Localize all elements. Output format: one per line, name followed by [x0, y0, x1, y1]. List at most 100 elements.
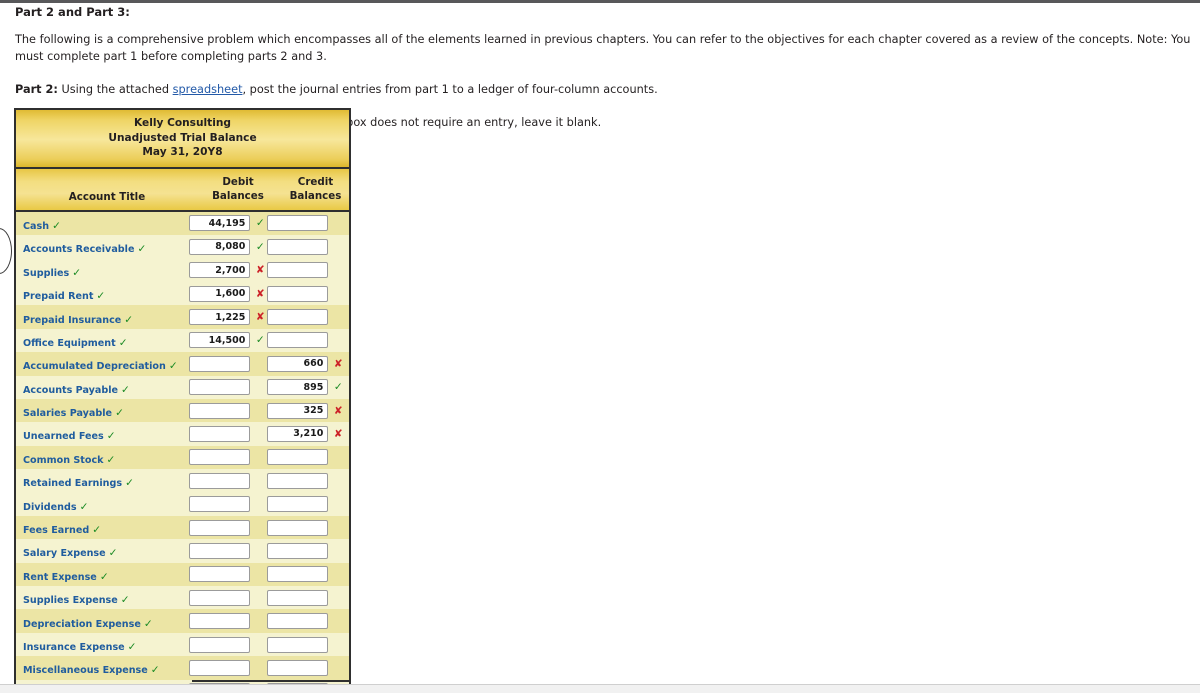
account-title-link[interactable]: Depreciation Expense: [23, 618, 141, 631]
account-title-link[interactable]: Supplies: [23, 267, 70, 280]
account-title-link[interactable]: Accumulated Depreciation: [23, 361, 166, 374]
credit-amount-input[interactable]: [267, 379, 329, 396]
debit-amount-input[interactable]: [189, 262, 251, 279]
debit-cell: [189, 589, 267, 606]
debit-amount-input[interactable]: [189, 425, 251, 442]
table-row: Salaries Payable✓ ✘: [16, 398, 349, 423]
debit-cell: [189, 425, 267, 442]
debit-incorrect-icon: ✘: [255, 311, 265, 324]
account-title-cell: Insurance Expense ✓: [16, 635, 189, 654]
debit-amount-input[interactable]: [189, 402, 251, 419]
account-title-link[interactable]: Salary Expense: [23, 548, 106, 561]
account-title-link[interactable]: Fees Earned: [23, 525, 90, 538]
credit-amount-input[interactable]: [267, 332, 329, 349]
table-row: Miscellaneous Expense ✓: [16, 656, 349, 680]
account-title-link[interactable]: Unearned Fees: [23, 431, 104, 444]
debit-amount-input[interactable]: [189, 566, 251, 583]
debit-amount-input[interactable]: [189, 613, 251, 630]
account-title-link[interactable]: Miscellaneous Expense: [23, 665, 148, 678]
account-title-link[interactable]: Prepaid Rent: [23, 291, 94, 304]
credit-incorrect-icon: ✘: [333, 427, 343, 440]
debit-amount-input[interactable]: [189, 636, 251, 653]
credit-amount-input[interactable]: [267, 659, 329, 676]
debit-cell: [189, 355, 267, 372]
credit-amount-input[interactable]: [267, 519, 329, 536]
debit-cell: ✓: [189, 238, 267, 255]
account-title-cell: Unearned Fees ✓: [16, 424, 189, 444]
credit-amount-input[interactable]: [267, 449, 329, 466]
debit-amount-input[interactable]: [189, 589, 251, 606]
credit-amount-input[interactable]: [267, 402, 329, 419]
trial-balance-title-block: Kelly Consulting Unadjusted Trial Balanc…: [16, 110, 349, 169]
debit-cell: [189, 566, 267, 583]
table-row: Depreciation Expense ✓: [16, 609, 349, 633]
debit-amount-input[interactable]: [189, 496, 251, 513]
account-title-check-icon: ✓: [106, 430, 116, 443]
credit-cell: [267, 589, 349, 606]
account-title-link[interactable]: Office Equipment: [23, 337, 116, 350]
account-title-check-icon: ✓: [92, 524, 102, 537]
credit-cell: ✓: [267, 379, 349, 396]
debit-amount-input[interactable]: [189, 542, 251, 559]
credit-amount-input[interactable]: [267, 613, 329, 630]
credit-cell: [267, 285, 349, 302]
debit-amount-input[interactable]: [189, 519, 251, 536]
account-title-cell: Prepaid Rent ✓: [16, 284, 189, 304]
account-title-link[interactable]: Retained Earnings: [23, 478, 123, 491]
account-title-link[interactable]: Accounts Payable: [23, 384, 119, 397]
credit-amount-input[interactable]: [267, 566, 329, 583]
credit-amount-input[interactable]: [267, 355, 329, 372]
debit-amount-input[interactable]: [189, 379, 251, 396]
account-title-link[interactable]: Salaries Payable: [23, 408, 113, 421]
credit-cell: [267, 309, 349, 326]
spreadsheet-link[interactable]: spreadsheet: [173, 83, 243, 96]
account-title-link[interactable]: Supplies Expense: [23, 595, 118, 608]
account-title-cell: Supplies Expense ✓: [16, 588, 189, 608]
column-header-account-title: Account Title: [68, 190, 146, 203]
account-title-check-icon: ✓: [99, 570, 109, 583]
credit-cell: [267, 215, 349, 232]
table-row: Retained Earnings ✓: [16, 469, 349, 493]
debit-amount-input[interactable]: [189, 449, 251, 466]
horizontal-scrollbar[interactable]: [0, 684, 1200, 693]
debit-amount-input[interactable]: [189, 472, 251, 489]
debit-amount-input[interactable]: [189, 215, 251, 232]
credit-amount-input[interactable]: [267, 542, 329, 559]
credit-amount-input[interactable]: [267, 589, 329, 606]
account-title-link[interactable]: Insurance Expense: [23, 642, 125, 654]
credit-amount-input[interactable]: [267, 425, 329, 442]
account-title-link[interactable]: Accounts Receivable: [23, 244, 135, 257]
credit-amount-input[interactable]: [267, 496, 329, 513]
credit-cell: [267, 636, 349, 653]
debit-amount-input[interactable]: [189, 355, 251, 372]
credit-amount-input[interactable]: [267, 238, 329, 255]
debit-amount-input[interactable]: [189, 332, 251, 349]
account-title-link[interactable]: Dividends: [23, 501, 77, 514]
credit-amount-input[interactable]: [267, 215, 329, 232]
account-title-cell: Depreciation Expense ✓: [16, 612, 189, 631]
column-header-credit: Credit Balances: [282, 175, 349, 203]
account-title-link[interactable]: Common Stock: [23, 454, 104, 467]
credit-amount-input[interactable]: [267, 636, 329, 653]
credit-amount-input[interactable]: [267, 472, 329, 489]
credit-amount-input[interactable]: [267, 285, 329, 302]
debit-amount-input[interactable]: [189, 309, 251, 326]
account-title-link[interactable]: Cash: [23, 220, 50, 233]
credit-cell: [267, 566, 349, 583]
account-title-link[interactable]: Prepaid Insurance: [23, 314, 122, 327]
debit-amount-input[interactable]: [189, 238, 251, 255]
credit-cell: ✘: [267, 355, 349, 372]
debit-amount-input[interactable]: [189, 659, 251, 676]
debit-amount-input[interactable]: [189, 285, 251, 302]
table-row: Dividends ✓: [16, 492, 349, 516]
page-title: Part 2 and Part 3:: [15, 5, 130, 19]
account-title-check-icon: ✓: [96, 290, 106, 303]
credit-correct-icon: ✓: [333, 381, 343, 394]
credit-amount-input[interactable]: [267, 309, 329, 326]
account-title-check-icon: ✓: [127, 641, 137, 653]
credit-cell: [267, 542, 349, 559]
table-row: Accumulated Depreciation✓ ✘: [16, 352, 349, 376]
credit-amount-input[interactable]: [267, 262, 329, 279]
account-title-link[interactable]: Rent Expense: [23, 571, 97, 584]
debit-cell: [189, 472, 267, 489]
